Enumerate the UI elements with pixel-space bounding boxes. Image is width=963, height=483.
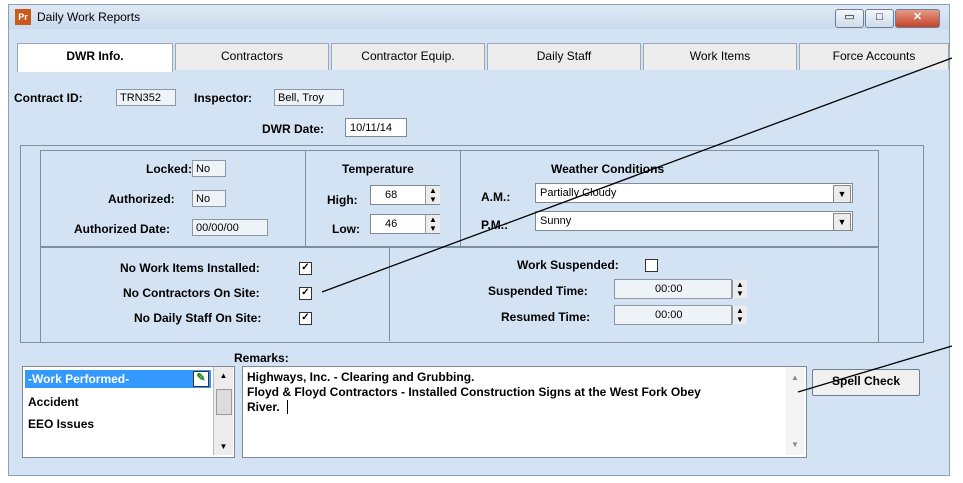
callout-lines <box>321 57 953 393</box>
callout-line <box>797 345 953 393</box>
callout-line <box>321 57 953 293</box>
